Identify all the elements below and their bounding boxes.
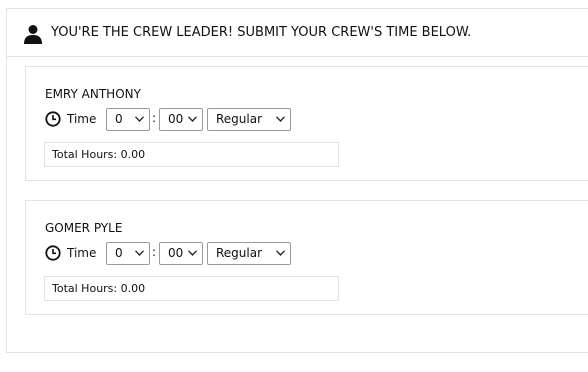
crew-member-name: EMRY ANTHONY: [45, 87, 141, 101]
crew-member-card: EMRY ANTHONY Time 0 : 00 Regular Total H…: [25, 66, 588, 181]
page-title: YOU'RE THE CREW LEADER! SUBMIT YOUR CREW…: [51, 25, 472, 40]
time-separator: :: [152, 111, 157, 125]
clock-icon: [45, 111, 61, 127]
chevron-down-icon: [135, 116, 144, 122]
hours-select[interactable]: 0: [106, 108, 150, 131]
total-hours: Total Hours: 0.00: [44, 276, 339, 301]
chevron-down-icon: [276, 250, 285, 256]
time-label: Time: [67, 246, 97, 260]
time-separator: :: [152, 245, 157, 259]
total-hours: Total Hours: 0.00: [44, 142, 339, 167]
minutes-select[interactable]: 00: [159, 108, 203, 131]
time-type-value: Regular: [216, 246, 263, 260]
minutes-value: 00: [168, 112, 184, 126]
time-type-select[interactable]: Regular: [207, 108, 291, 131]
time-label: Time: [67, 112, 97, 126]
clock-icon: [45, 245, 61, 261]
minutes-select[interactable]: 00: [159, 242, 203, 265]
chevron-down-icon: [188, 250, 197, 256]
crew-member-card: GOMER PYLE Time 0 : 00 Regular Total Hou…: [25, 200, 588, 315]
user-icon: [24, 25, 42, 44]
time-type-value: Regular: [216, 112, 263, 126]
minutes-value: 00: [168, 246, 184, 260]
crew-time-panel: YOU'RE THE CREW LEADER! SUBMIT YOUR CREW…: [6, 8, 588, 353]
hours-value: 0: [115, 112, 123, 126]
crew-member-name: GOMER PYLE: [45, 221, 123, 235]
hours-select[interactable]: 0: [106, 242, 150, 265]
hours-value: 0: [115, 246, 123, 260]
time-type-select[interactable]: Regular: [207, 242, 291, 265]
chevron-down-icon: [188, 116, 197, 122]
panel-header: YOU'RE THE CREW LEADER! SUBMIT YOUR CREW…: [7, 9, 588, 57]
chevron-down-icon: [276, 116, 285, 122]
chevron-down-icon: [135, 250, 144, 256]
